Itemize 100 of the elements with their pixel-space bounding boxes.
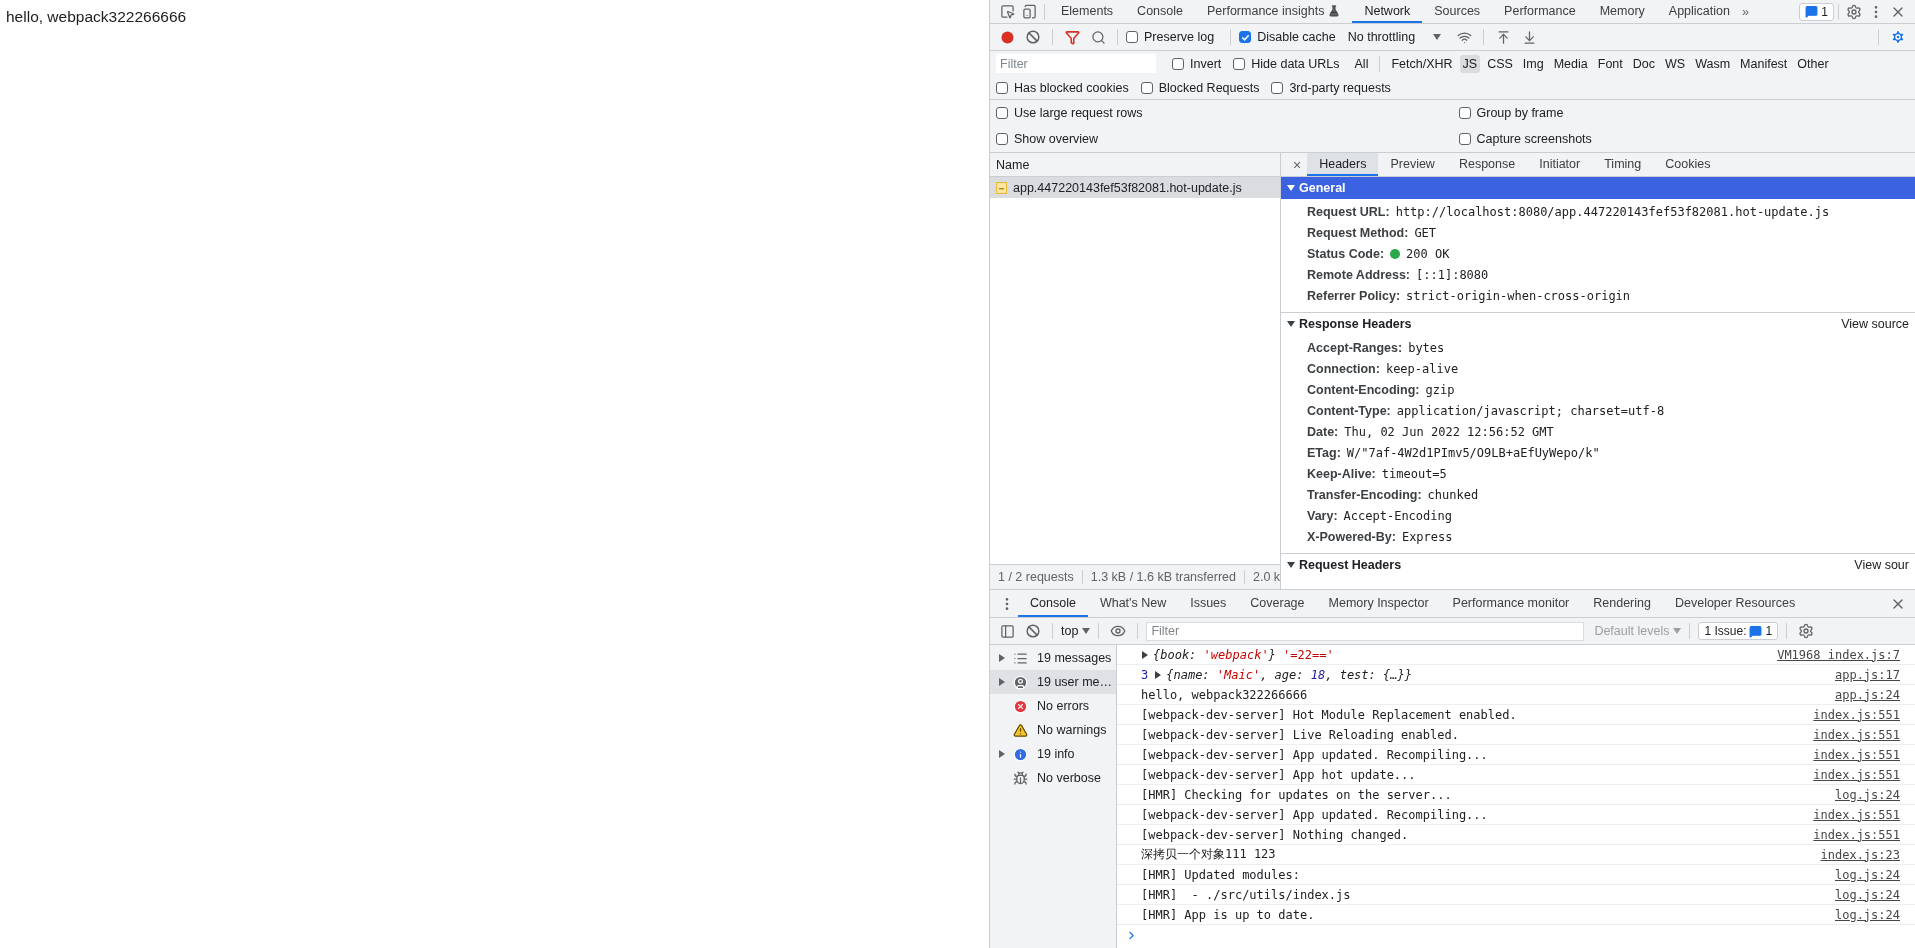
panel-tab[interactable]: Performance [1492,0,1588,23]
sidebar-item[interactable]: No verbose [990,766,1116,790]
console-message: [HMR] Checking for updates on the server... [1141,787,1453,802]
details-tab[interactable]: Cookies [1653,153,1723,176]
drawer-tab[interactable]: Memory Inspector [1316,590,1441,617]
drawer-tab[interactable]: Rendering [1581,590,1663,617]
details-tab[interactable]: Initiator [1527,153,1593,176]
panel-tab[interactable]: Memory [1587,0,1657,23]
header-value: keep-alive [1385,361,1459,376]
setting-checkbox[interactable] [996,107,1008,119]
sidebar-item[interactable]: No errors [990,694,1116,718]
type-filter-button[interactable]: Wasm [1692,54,1734,73]
source-link[interactable]: index.js:23 [1820,847,1900,862]
header-name: Keep-Alive: [1307,466,1376,481]
source-link[interactable]: VM1968 index.js:7 [1777,647,1900,662]
sidebar-item[interactable]: 19 messages [990,646,1116,670]
issues-badge[interactable]: 1 [1799,2,1834,21]
blocked-checkbox[interactable] [996,81,1008,94]
header-name: Vary: [1307,508,1338,523]
checkbox-label: Hide data URLs [1251,56,1340,71]
blocked-checkbox[interactable] [1140,81,1153,94]
panel-tab[interactable]: Console [1125,0,1195,23]
console-message: [HMR] App is up to date. [1141,907,1316,922]
toolbar-checkbox[interactable] [1239,31,1252,43]
details-tab[interactable]: Headers [1307,153,1379,176]
details-tab[interactable]: Preview [1378,153,1447,176]
throttling-dropdown[interactable]: No throttling [1347,30,1416,44]
drawer-tab[interactable]: Performance monitor [1440,590,1582,617]
source-link[interactable]: index.js:551 [1813,707,1900,722]
drawer-tab[interactable]: What's New [1087,590,1179,617]
source-link[interactable]: log.js:24 [1834,787,1900,802]
list-icon [1013,650,1028,666]
source-link[interactable]: index.js:551 [1813,727,1900,742]
drawer-tab[interactable]: Developer Resources [1662,590,1808,617]
type-filter-button[interactable]: WS [1662,54,1689,73]
type-filter-button[interactable]: Img [1519,54,1547,73]
setting-checkbox[interactable] [1458,107,1471,119]
type-filter-button[interactable]: Doc [1629,54,1658,73]
view-source-link[interactable]: View sour [1854,558,1909,572]
request-name: app.447220143fef53f82081.hot-update.js [1013,180,1242,195]
sidebar-label: 19 messages [1037,651,1112,665]
source-link[interactable]: app.js:24 [1834,687,1900,702]
source-link[interactable]: index.js:551 [1813,827,1900,842]
expand-arrow-icon[interactable] [1287,320,1295,328]
type-filter-button[interactable]: CSS [1484,54,1516,73]
setting-checkbox[interactable] [1458,133,1471,145]
type-filter-button[interactable]: Other [1794,54,1832,73]
column-header[interactable]: Name [996,157,1030,172]
expand-arrow-icon[interactable] [1287,184,1295,192]
type-filter-button[interactable]: Font [1594,54,1626,73]
type-filter-button[interactable]: Manifest [1737,54,1791,73]
sidebar-item[interactable]: 19 user me… [990,670,1116,694]
expand-arrow-icon[interactable] [1154,670,1163,679]
section-header[interactable]: General [1281,177,1915,199]
view-source-link[interactable]: View source [1841,317,1909,331]
console-message: [webpack-dev-server] App updated. Recompiling... [1141,747,1489,762]
filter-checkbox[interactable] [1233,57,1246,70]
close-button[interactable]: × [1287,156,1308,173]
console-filter-field[interactable]: Filter [1146,621,1585,641]
source-link[interactable]: log.js:24 [1834,867,1900,882]
more-tabs-button[interactable]: » [1742,4,1749,19]
expand-arrow-icon[interactable] [998,654,1006,662]
source-link[interactable]: log.js:24 [1834,887,1900,902]
setting-checkbox[interactable] [996,133,1008,145]
panel-tab[interactable]: Application [1656,0,1742,23]
sidebar-item[interactable]: No warnings [990,718,1116,742]
details-tab[interactable]: Timing [1592,153,1654,176]
expand-arrow-icon[interactable] [1141,650,1149,659]
toolbar-checkbox[interactable] [1126,31,1138,43]
panel-tab[interactable]: Elements [1049,0,1126,23]
type-filter-button[interactable]: JS [1459,54,1481,73]
console-message: 深拷贝一个对象111 123 [1141,846,1277,863]
sidebar-item[interactable]: 19 info [990,742,1116,766]
drawer-tab[interactable]: Issues [1178,590,1239,617]
source-link[interactable]: index.js:551 [1813,747,1900,762]
panel-tab[interactable]: Sources [1422,0,1493,23]
expand-arrow-icon[interactable] [1287,561,1295,569]
source-link[interactable]: log.js:24 [1834,907,1900,922]
header-value: [::1]:8080 [1416,267,1489,282]
source-link[interactable]: index.js:551 [1813,807,1900,822]
expand-arrow-icon[interactable] [998,678,1006,686]
source-link[interactable]: index.js:551 [1813,767,1900,782]
details-tab[interactable]: Response [1446,153,1528,176]
type-filter-button[interactable]: Media [1550,54,1591,73]
type-filter-button[interactable]: Fetch/XHR [1388,54,1456,73]
blocked-checkbox[interactable] [1271,81,1284,94]
expand-arrow-icon[interactable] [998,750,1006,758]
script-file-icon [996,181,1007,194]
type-filter-button[interactable]: All [1351,54,1372,73]
filter-field[interactable]: Filter [996,54,1156,73]
request-row[interactable]: app.447220143fef53f82081.hot-update.js [990,177,1280,198]
drawer-tab[interactable]: Coverage [1238,590,1317,617]
header-name: Date: [1307,424,1339,439]
summary-text: 1.3 kB / 1.6 kB transferred [1090,570,1245,584]
filter-checkbox[interactable] [1172,57,1184,70]
issues-button[interactable]: 1 Issue: 1 [1698,622,1779,640]
sidebar-label: 19 user me… [1037,675,1113,689]
context-dropdown[interactable]: top [1061,624,1079,638]
source-link[interactable]: app.js:17 [1834,667,1900,682]
panel-tab[interactable]: Performance insights [1195,0,1353,23]
